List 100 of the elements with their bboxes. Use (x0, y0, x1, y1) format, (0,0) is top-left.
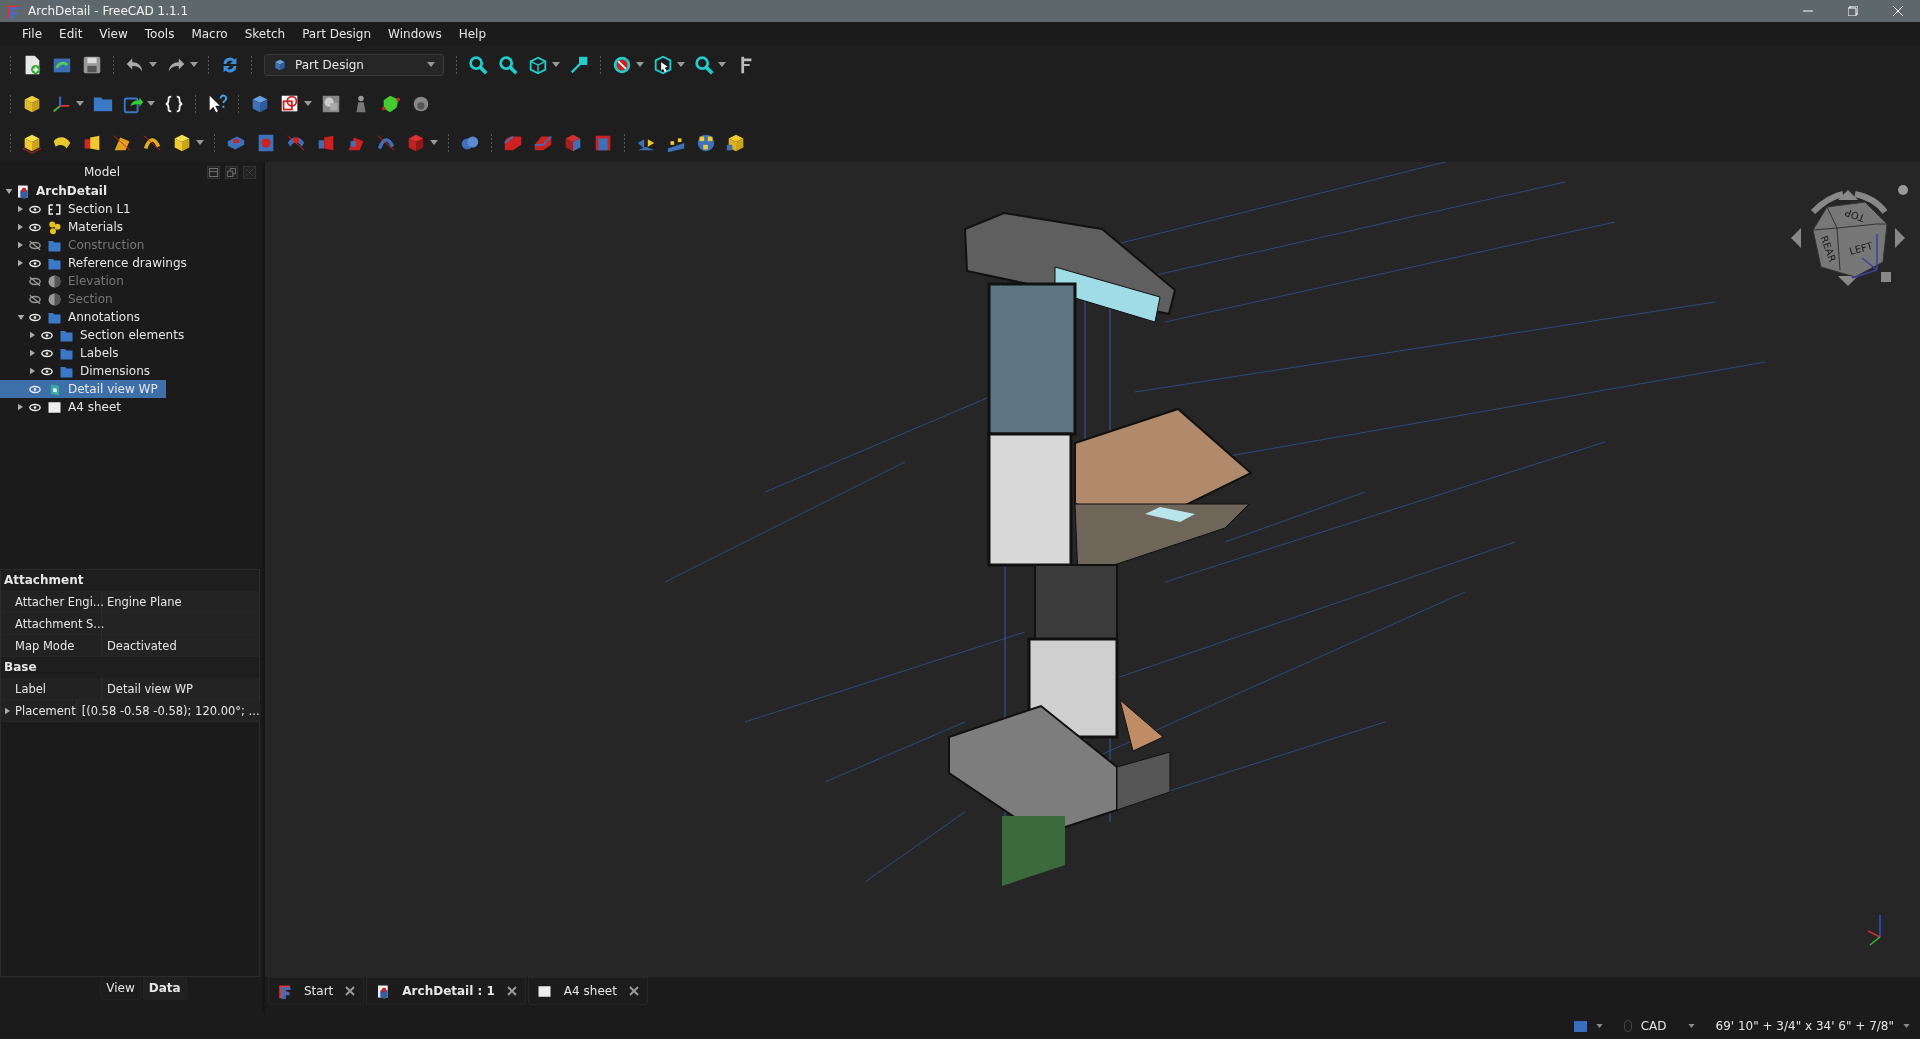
expand-arrow-icon[interactable] (5, 706, 10, 715)
close-icon[interactable] (345, 986, 356, 996)
document-tab[interactable]: A4 sheet (527, 977, 648, 1005)
menu-dot-icon[interactable] (1898, 185, 1908, 195)
caret-icon[interactable] (1595, 1024, 1603, 1028)
close-icon[interactable] (506, 986, 517, 996)
pan-arrow-icon[interactable] (1838, 190, 1858, 200)
tree-item[interactable]: Section (0, 290, 166, 308)
tree-item[interactable]: Labels (0, 344, 166, 362)
menu-item[interactable]: View (91, 26, 137, 41)
pan-arrow-icon[interactable] (1838, 276, 1858, 286)
navigation-style[interactable]: CAD (1640, 1019, 1667, 1033)
collapse-arrow-icon[interactable] (16, 314, 25, 320)
menu-item[interactable]: Part Design (294, 26, 381, 41)
document-icon (15, 183, 30, 199)
tree-item[interactable]: Section elements (0, 326, 185, 344)
3d-viewport[interactable]: TOP REAR LEFT (265, 162, 1920, 977)
property-label: Placement (15, 703, 76, 718)
tree-item[interactable]: Dimensions (0, 362, 166, 380)
tree-item[interactable]: ArchDetail (0, 182, 166, 200)
expand-arrow-icon[interactable] (18, 241, 23, 249)
property-label: Label (15, 681, 47, 696)
panel-tab[interactable]: Data (142, 977, 187, 1000)
close-icon (245, 167, 254, 177)
color-square-icon[interactable] (1573, 1020, 1587, 1032)
close-icon[interactable] (628, 986, 639, 996)
eye-icon[interactable] (29, 222, 41, 232)
document-tab[interactable]: Start (268, 977, 365, 1005)
menu-item[interactable]: Help (450, 26, 496, 41)
eye-icon[interactable] (29, 402, 41, 412)
tree-item-label: Labels (80, 346, 119, 360)
tree-item-label: Detail view WP (68, 382, 158, 396)
spheres-icon (47, 219, 62, 235)
eye-icon[interactable] (29, 258, 41, 268)
tree-item[interactable]: Section L1 (0, 200, 166, 218)
caret-icon (304, 101, 312, 106)
half-circle-icon (47, 273, 62, 289)
menu-item[interactable]: Windows (380, 26, 451, 41)
menu-item[interactable]: Edit (51, 26, 92, 41)
expand-arrow-icon[interactable] (30, 331, 35, 339)
property-value[interactable]: Detail view WP (102, 678, 259, 699)
cube-face-label: REAR (1818, 234, 1839, 264)
cube-face-label: TOP (1843, 206, 1867, 225)
hidden-eye-icon[interactable] (29, 239, 41, 251)
menu-item[interactable]: Sketch (236, 26, 295, 41)
property-value[interactable]: Engine Plane (102, 591, 259, 612)
caret-icon (718, 62, 726, 67)
expand-arrow-icon[interactable] (30, 349, 35, 357)
hidden-eye-icon[interactable] (29, 293, 41, 305)
eye-icon[interactable] (41, 348, 53, 358)
tree-item-label: Annotations (68, 310, 141, 324)
caret-icon (76, 101, 84, 106)
dimensions-readout: 69' 10" + 3/4" x 34' 6" + 7/8" (1715, 1019, 1894, 1033)
workbench-icon (273, 57, 287, 72)
undock-button[interactable] (225, 165, 238, 179)
pan-arrow-icon[interactable] (1895, 228, 1905, 248)
windows-icon (227, 167, 236, 177)
property-value[interactable]: [(0.58 -0.58 -0.58); 120.00°; ... (76, 700, 260, 721)
workbench-dropdown[interactable]: Part Design (264, 53, 444, 76)
tree-item-label: Elevation (68, 274, 124, 288)
tree-item[interactable]: Annotations (0, 308, 166, 326)
cube-face-label: LEFT (1848, 240, 1874, 257)
menu-item[interactable]: Macro (183, 26, 237, 41)
eye-icon[interactable] (29, 312, 41, 322)
axis-triad-icon (1867, 914, 1881, 946)
tree-item-label: Materials (68, 220, 123, 234)
menu-item[interactable]: Tools (136, 26, 184, 41)
caret-icon[interactable] (1903, 1024, 1910, 1028)
eye-icon[interactable] (41, 330, 53, 340)
caret-icon (430, 140, 438, 145)
expand-arrow-icon[interactable] (18, 403, 23, 411)
eye-icon[interactable] (41, 366, 53, 376)
expand-arrow-icon[interactable] (18, 223, 23, 231)
tree-item-label: Dimensions (80, 364, 151, 378)
eye-icon[interactable] (29, 204, 41, 214)
tree-item[interactable]: Elevation (0, 272, 166, 290)
caret-icon[interactable] (1687, 1024, 1695, 1028)
hidden-eye-icon[interactable] (29, 275, 41, 287)
tree-item-label: Section elements (80, 328, 185, 342)
tree-item-label: Reference drawings (68, 256, 187, 270)
float-button[interactable] (207, 165, 220, 179)
tree-item-label: Construction (68, 238, 145, 252)
tree-item[interactable]: A4 sheet (0, 398, 166, 416)
tree-item[interactable]: Construction (0, 236, 166, 254)
panel-tab[interactable]: View (100, 977, 141, 1000)
tree-item[interactable]: Materials (0, 218, 166, 236)
collapse-arrow-icon[interactable] (4, 188, 13, 194)
pan-arrow-icon[interactable] (1791, 228, 1801, 248)
tree-item[interactable]: Detail view WP (0, 380, 166, 398)
expand-arrow-icon[interactable] (30, 367, 35, 375)
tree-item[interactable]: Reference drawings (0, 254, 187, 272)
expand-arrow-icon[interactable] (18, 205, 23, 213)
menu-item[interactable]: File (14, 26, 52, 41)
navigation-cube[interactable]: TOP REAR LEFT (1812, 201, 1888, 278)
caret-icon (190, 62, 198, 67)
document-tab[interactable]: ArchDetail : 1 (366, 977, 526, 1005)
expand-arrow-icon[interactable] (18, 259, 23, 267)
property-value[interactable]: Deactivated (102, 635, 259, 656)
caret-icon (196, 140, 204, 145)
box-pointer-icon (652, 53, 674, 76)
